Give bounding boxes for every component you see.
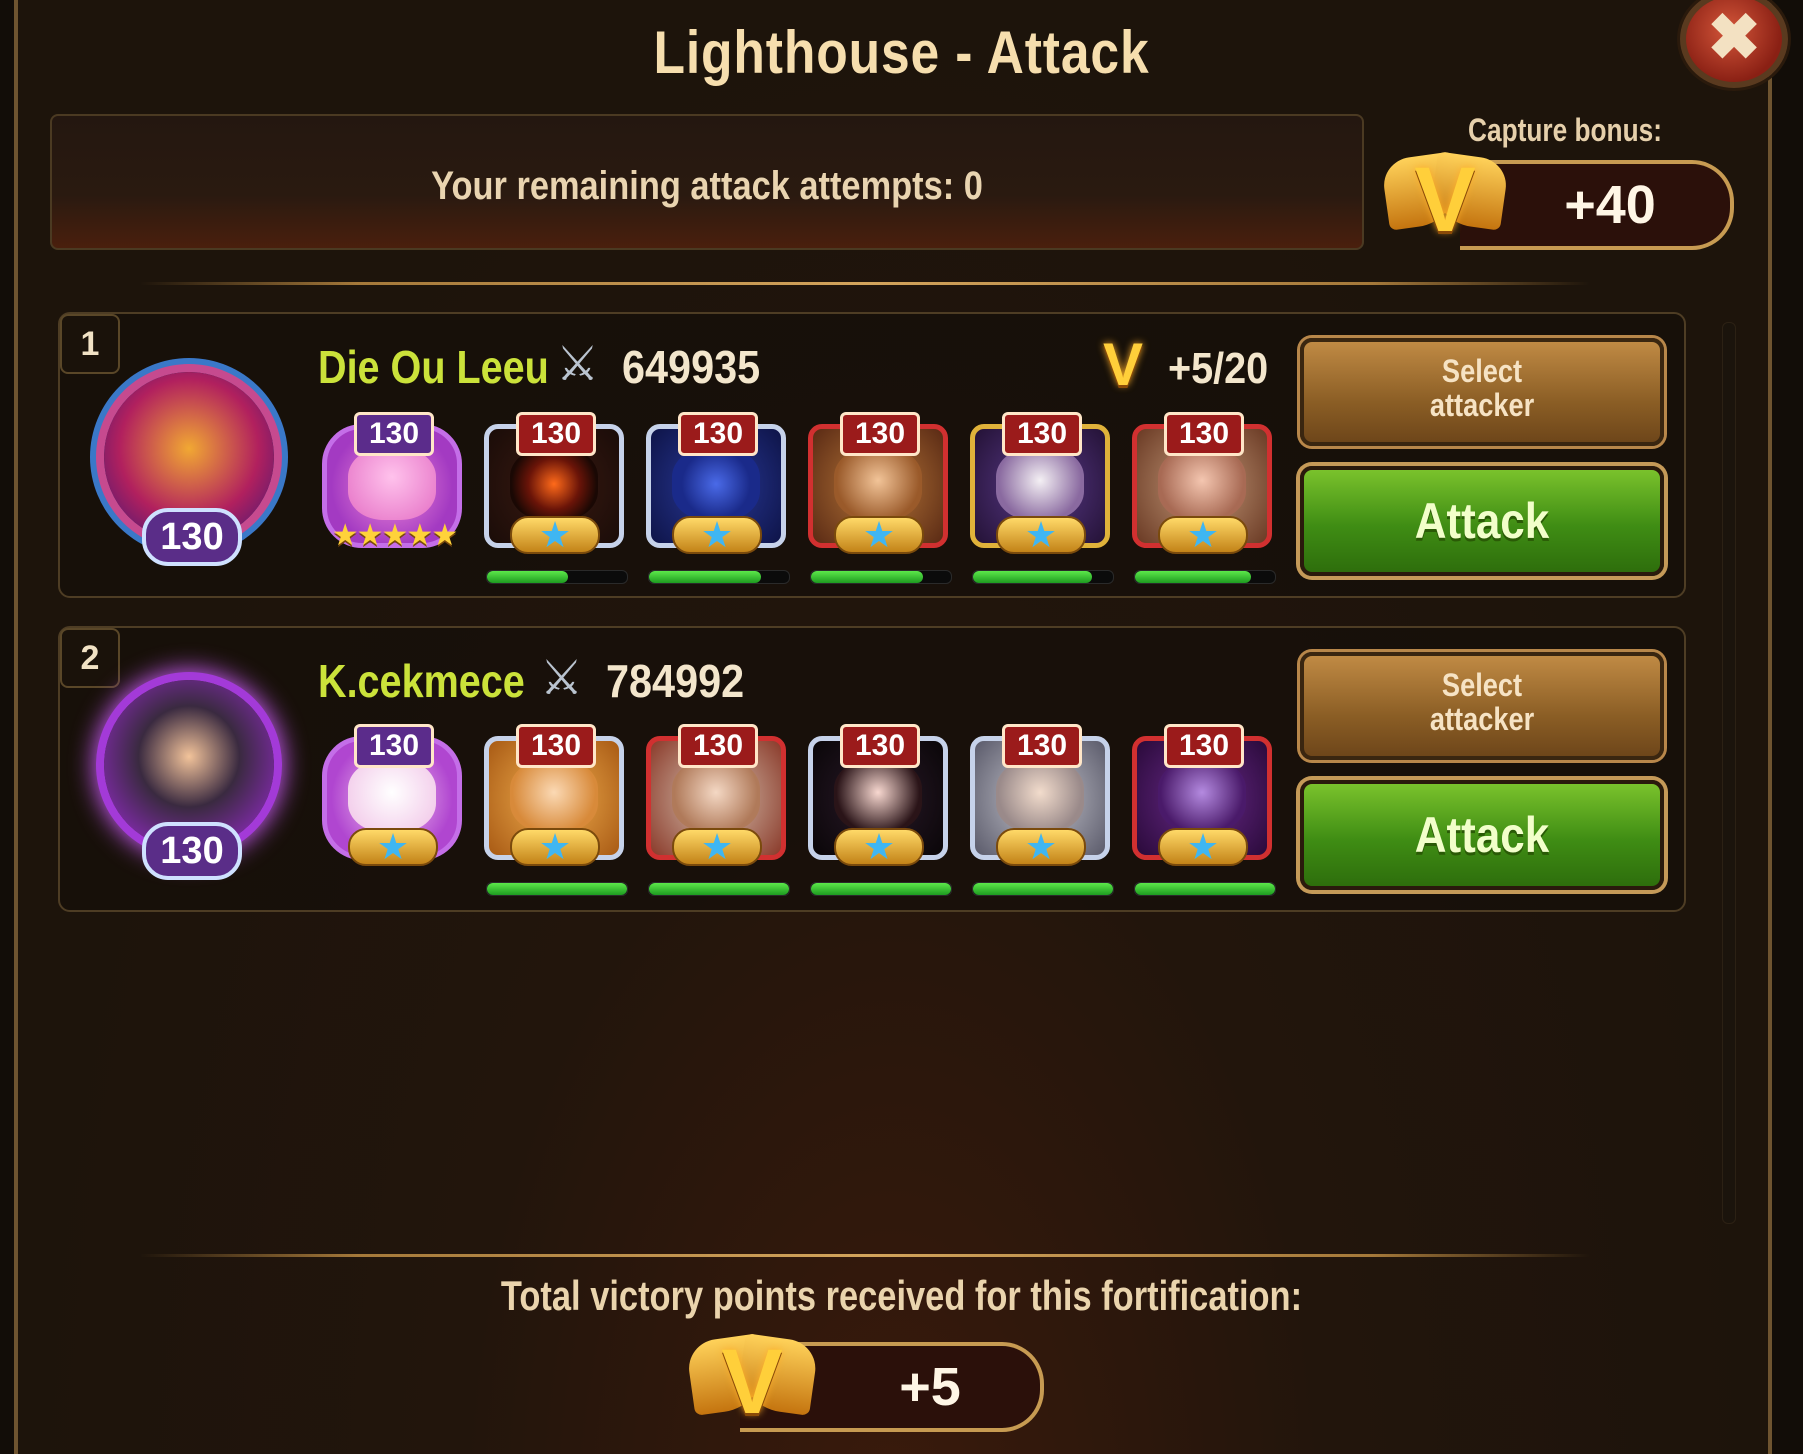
rank-badge: 1 [60, 314, 120, 374]
hero-star-badge: ★ [1158, 514, 1248, 555]
hero-health-bar [972, 570, 1114, 584]
dialog-title: Lighthouse - Attack [653, 19, 1150, 86]
opponent-name: K.cekmece [318, 655, 525, 707]
hero-portrait[interactable]: 130 ★ [966, 412, 1114, 555]
star-rating: ★★★★★ [331, 519, 458, 552]
hero-portrait[interactable]: 130 ★ [480, 724, 628, 867]
crossed-swords-icon: ⚔ [540, 652, 584, 705]
remaining-attempts-text: Your remaining attack attempts: 0 [431, 164, 983, 208]
hero-star-badge: ★ [834, 514, 924, 555]
hero-level: 130 [840, 724, 920, 768]
scrollbar[interactable] [1722, 322, 1736, 1224]
hero-portrait[interactable]: 130 ★ [804, 724, 952, 867]
hero-star-badge: ★ [510, 514, 600, 555]
capture-bonus-value: +40 [1564, 175, 1656, 235]
total-victory-points-value: +5 [899, 1357, 961, 1417]
hero-level: 130 [516, 724, 596, 768]
hero-health-bar [1134, 882, 1276, 896]
capture-bonus-label: Capture bonus: [1468, 112, 1662, 148]
attack-button[interactable]: Attack [1300, 780, 1664, 890]
hero-health-bar [810, 882, 952, 896]
hero-level: 130 [678, 724, 758, 768]
hero-health-bar [1134, 570, 1276, 584]
attempts-panel: Your remaining attack attempts: 0 [50, 114, 1364, 250]
victory-points-icon: V [1380, 149, 1510, 251]
hero-health-bar [486, 882, 628, 896]
hero-star-badge: ★ [834, 826, 924, 867]
hero-star-badge: ★ [996, 514, 1086, 555]
hero-level: 130 [1164, 724, 1244, 768]
divider [140, 1254, 1590, 1257]
select-attacker-button[interactable]: Select attacker [1300, 338, 1664, 446]
dialog-frame: Lighthouse - Attack ✖ Your remaining att… [0, 0, 1803, 1454]
hero-health-bar [972, 882, 1114, 896]
hero-star-badge: ★ [1158, 826, 1248, 867]
close-icon: ✖ [1707, 1, 1761, 73]
victory-points-icon: V [685, 1331, 819, 1436]
hero-star-badge: ★ [996, 826, 1086, 867]
rank-badge: 2 [60, 628, 120, 688]
hero-star-badge: ★ [672, 514, 762, 555]
victory-points-icon: V [1102, 331, 1144, 398]
divider [140, 282, 1590, 285]
victory-points-progress: +5/20 [1168, 344, 1269, 393]
hero-level: 130 [840, 412, 920, 456]
hero-star-badge: ★ [510, 826, 600, 867]
hero-star-badge: ★ [672, 826, 762, 867]
hero-health-bar [486, 570, 628, 584]
hero-level: 130 [516, 412, 596, 456]
hero-portrait[interactable]: 130 ★ [642, 724, 790, 867]
pet-portrait[interactable]: 130 ★ [318, 724, 466, 867]
hero-health-bar [648, 882, 790, 896]
hero-health-bar [648, 570, 790, 584]
opponent-level: 130 [142, 508, 242, 566]
hero-portrait[interactable]: 130 ★ [642, 412, 790, 555]
total-victory-points-label: Total victory points received for this f… [500, 1272, 1303, 1319]
hero-level: 130 [1002, 724, 1082, 768]
hero-portrait[interactable]: 130 ★ [804, 412, 952, 555]
select-attacker-button[interactable]: Select attacker [1300, 652, 1664, 760]
hero-portrait[interactable]: 130 ★ [966, 724, 1114, 867]
hero-portrait[interactable]: 130 ★ [1128, 412, 1276, 555]
opponent-level: 130 [142, 822, 242, 880]
pet-level: 130 [354, 724, 434, 768]
attack-button[interactable]: Attack [1300, 466, 1664, 576]
pet-portrait[interactable]: 130 ★★★★★ [318, 412, 466, 552]
hero-level: 130 [1164, 412, 1244, 456]
hero-portrait[interactable]: 130 ★ [1128, 724, 1276, 867]
hero-health-bar [810, 570, 952, 584]
team-power: 784992 [606, 655, 745, 707]
pet-star-badge: ★ [348, 826, 438, 867]
hero-level: 130 [678, 412, 758, 456]
crossed-swords-icon: ⚔ [556, 338, 600, 391]
team-power: 649935 [622, 341, 761, 393]
hero-level: 130 [1002, 412, 1082, 456]
close-button[interactable]: ✖ [1680, 0, 1788, 88]
pet-level: 130 [354, 412, 434, 456]
opponent-name: Die Ou Leeu [318, 341, 549, 393]
hero-portrait[interactable]: 130 ★ [480, 412, 628, 555]
